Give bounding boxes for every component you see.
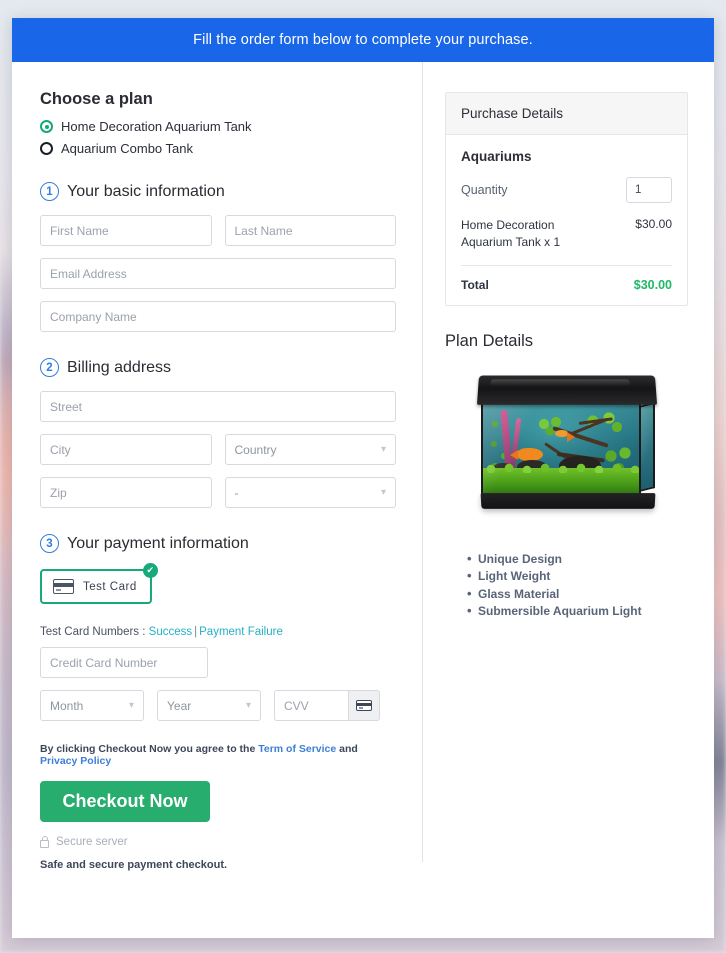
cvv-group: CVV [274, 690, 380, 721]
city-input[interactable]: City [40, 434, 212, 465]
plan-option-combo[interactable]: Aquarium Combo Tank [40, 141, 396, 156]
summary-column: Purchase Details Aquariums Quantity 1 Ho… [423, 62, 714, 938]
credit-card-icon [356, 699, 372, 712]
test-card-numbers-label: Test Card Numbers : [40, 626, 149, 638]
street-input[interactable]: Street [40, 391, 396, 422]
link-separator: | [194, 626, 198, 638]
item-group-title: Aquariums [461, 149, 532, 164]
purchase-details-header: Purchase Details [446, 93, 687, 135]
feature-item: Light Weight [467, 567, 688, 586]
total-divider [461, 264, 672, 266]
chevron-down-icon: ▾ [128, 700, 134, 711]
expiry-month-value: Month [50, 698, 84, 713]
choose-plan-heading: Choose a plan [40, 90, 153, 108]
step-1-header: 1 Your basic information [40, 182, 396, 201]
payment-failure-card-link[interactable]: Payment Failure [199, 626, 283, 638]
aquarium-tank-image [473, 375, 661, 523]
terms-prefix: By clicking Checkout Now you agree to th… [40, 743, 259, 755]
credit-card-icon [53, 579, 74, 594]
zip-input[interactable]: Zip [40, 477, 212, 508]
total-row: Total $30.00 [461, 278, 672, 292]
total-label: Total [461, 277, 489, 292]
banner-text: Fill the order form below to complete yo… [193, 32, 533, 48]
step-title: Billing address [67, 358, 172, 376]
test-card-numbers-line: Test Card Numbers : Success | Payment Fail… [40, 626, 396, 638]
purchase-details-card: Purchase Details Aquariums Quantity 1 Ho… [445, 92, 688, 306]
radio-selected-icon[interactable] [40, 120, 53, 133]
line-item-name: Home Decoration Aquarium Tank x 1 [461, 218, 561, 250]
check-circle-icon: ✔ [142, 563, 158, 578]
checkout-now-button[interactable]: Checkout Now [40, 781, 210, 822]
step-title: Your payment information [67, 534, 249, 552]
country-select-value: Country [234, 442, 277, 457]
success-card-link[interactable]: Success [149, 626, 192, 638]
tank-lid [476, 375, 657, 405]
tank-front-glass [480, 401, 641, 496]
safe-payment-note: Safe and secure payment checkout. [40, 859, 228, 871]
expiry-year-value: Year [167, 698, 192, 713]
glass-reflection [482, 403, 639, 494]
quantity-label: Quantity [461, 183, 508, 197]
first-name-input[interactable]: First Name [40, 215, 212, 246]
feature-item: Submersible Aquarium Light [467, 602, 688, 621]
order-form-column: Choose a plan Home Decoration Aquarium T… [12, 62, 422, 938]
banner: Fill the order form below to complete yo… [12, 18, 714, 62]
email-field-row: Email Address [40, 258, 396, 289]
plan-features-list: Unique Design Light Weight Glass Materia… [445, 550, 688, 621]
plan-option-home-decoration[interactable]: Home Decoration Aquarium Tank [40, 119, 396, 134]
purchase-details-body: Aquariums Quantity 1 Home Decoration Aqu… [446, 135, 687, 305]
secure-server-label: Secure server [56, 836, 128, 848]
step-number-badge: 3 [40, 534, 59, 553]
aquarium-image-wrap [445, 375, 688, 523]
email-input[interactable]: Email Address [40, 258, 396, 289]
state-select-value: - [234, 485, 239, 500]
expiry-cvv-row: Month ▾ Year ▾ CVV [40, 690, 396, 721]
feature-item: Unique Design [467, 550, 688, 569]
plan-option-label: Aquarium Combo Tank [61, 141, 193, 156]
expiry-year-select[interactable]: Year ▾ [157, 690, 261, 721]
checkout-card: Fill the order form below to complete yo… [12, 18, 714, 938]
step-2-header: 2 Billing address [40, 358, 396, 377]
chevron-down-icon: ▾ [245, 700, 251, 711]
step-title: Your basic information [67, 182, 225, 200]
cvv-help-button[interactable] [348, 690, 380, 721]
terms-notice: By clicking Checkout Now you agree to th… [40, 743, 396, 767]
step-3-header: 3 Your payment information [40, 534, 396, 553]
quantity-row: Quantity 1 [461, 177, 672, 203]
plan-details-heading: Plan Details [445, 331, 534, 350]
term-of-service-link[interactable]: Term of Service [258, 743, 336, 755]
feature-item: Glass Material [467, 585, 688, 604]
expiry-month-select[interactable]: Month ▾ [40, 690, 144, 721]
line-item-row: Home Decoration Aquarium Tank x 1 $30.00 [461, 217, 672, 252]
zip-state-row: Zip - ▾ [40, 477, 396, 508]
country-select[interactable]: Country ▾ [224, 434, 396, 465]
street-field-row: Street [40, 391, 396, 422]
name-field-row: First Name Last Name [40, 215, 396, 246]
step-number-badge: 1 [40, 182, 59, 201]
quantity-input[interactable]: 1 [626, 177, 672, 203]
line-item-price: $30.00 [635, 217, 672, 231]
privacy-policy-link[interactable]: Privacy Policy [40, 755, 111, 767]
secure-server-row: Secure server [40, 836, 396, 848]
chevron-down-icon: ▾ [380, 444, 386, 455]
radio-unselected-icon[interactable] [40, 142, 53, 155]
lock-icon [40, 836, 49, 848]
plan-option-label: Home Decoration Aquarium Tank [61, 119, 252, 134]
tank-base-frame [480, 492, 655, 509]
state-select[interactable]: - ▾ [224, 477, 396, 508]
step-number-badge: 2 [40, 358, 59, 377]
cvv-input[interactable]: CVV [274, 690, 348, 721]
test-card-label: Test Card [83, 580, 137, 593]
last-name-input[interactable]: Last Name [224, 215, 396, 246]
company-field-row: Company Name [40, 301, 396, 332]
company-input[interactable]: Company Name [40, 301, 396, 332]
body-columns: Choose a plan Home Decoration Aquarium T… [12, 62, 714, 938]
chevron-down-icon: ▾ [380, 487, 386, 498]
tank-side-glass [638, 401, 655, 492]
credit-card-number-input[interactable]: Credit Card Number [40, 647, 208, 678]
terms-conjunction: and [336, 743, 358, 755]
test-card-method-tile[interactable]: Test Card ✔ [40, 563, 158, 604]
total-value: $30.00 [633, 277, 672, 292]
city-country-row: City Country ▾ [40, 434, 396, 465]
